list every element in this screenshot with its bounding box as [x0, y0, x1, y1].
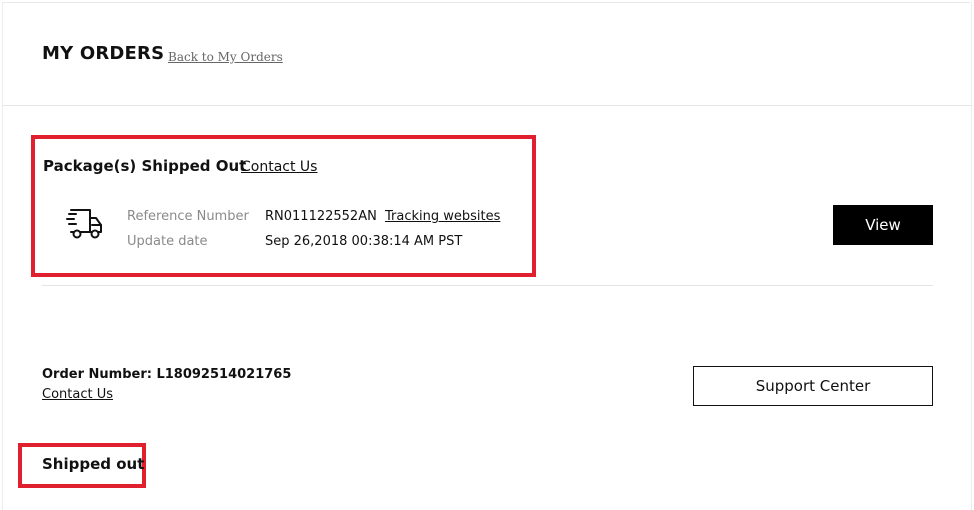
header-divider [2, 105, 972, 106]
section-divider [42, 285, 933, 286]
package-status-title: Package(s) Shipped Out [43, 157, 247, 175]
order-contact-link[interactable]: Contact Us [42, 387, 113, 402]
reference-number-label: Reference Number [127, 209, 249, 224]
support-center-button[interactable]: Support Center [693, 366, 933, 406]
page-title: MY ORDERS [42, 43, 165, 64]
tracking-websites-link[interactable]: Tracking websites [385, 209, 500, 224]
page-right-border [971, 2, 972, 510]
order-status: Shipped out [42, 455, 145, 473]
order-number: Order Number: L18092514021765 [42, 367, 292, 382]
update-date-value: Sep 26,2018 00:38:14 AM PST [265, 234, 463, 249]
package-contact-link[interactable]: Contact Us [241, 159, 317, 175]
page-top-border [2, 2, 970, 3]
delivery-truck-icon [66, 208, 104, 240]
back-to-orders-link[interactable]: Back to My Orders [168, 50, 283, 64]
view-button[interactable]: View [833, 205, 933, 245]
page-left-border [2, 2, 3, 510]
update-date-label: Update date [127, 234, 208, 249]
reference-number-value: RN011122552AN [265, 209, 377, 224]
